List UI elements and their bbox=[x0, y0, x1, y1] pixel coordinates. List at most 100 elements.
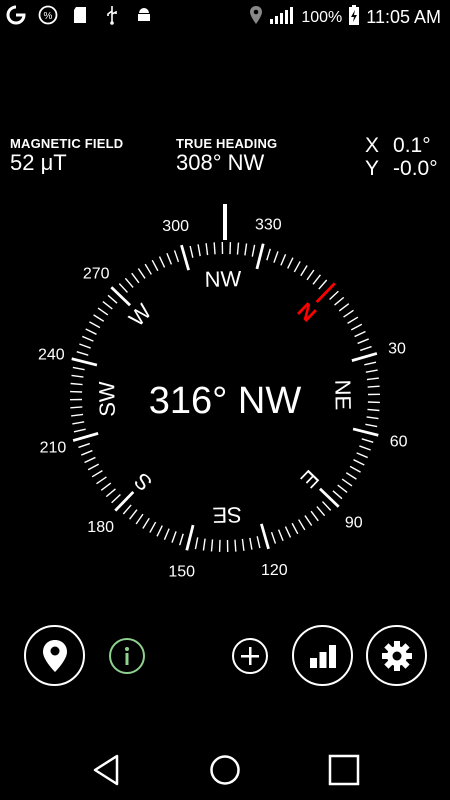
stats-button[interactable] bbox=[292, 625, 353, 686]
battery-percent: 100% bbox=[301, 8, 343, 26]
compass-tick bbox=[135, 513, 144, 525]
compass-tick bbox=[329, 290, 339, 300]
compass-tick bbox=[287, 257, 294, 269]
cardinal-ne: NE bbox=[330, 379, 356, 410]
android-debug-icon bbox=[134, 5, 154, 25]
compass-tick bbox=[156, 525, 163, 537]
compass-tick bbox=[91, 470, 103, 478]
compass-tick bbox=[365, 423, 378, 428]
degree-label: 270 bbox=[83, 266, 110, 283]
compass-tick bbox=[179, 533, 184, 546]
compass-tick bbox=[210, 539, 214, 552]
home-icon[interactable] bbox=[209, 754, 241, 786]
usb-icon bbox=[102, 5, 122, 25]
back-icon[interactable] bbox=[92, 754, 120, 786]
compass-tick bbox=[118, 283, 128, 293]
compass-tick bbox=[366, 377, 379, 381]
compass-tick bbox=[97, 307, 109, 316]
compass-tick bbox=[367, 385, 380, 388]
compass-tick bbox=[304, 515, 313, 526]
compass-tick bbox=[189, 245, 194, 258]
status-bar: % 100% 11:05 AM bbox=[0, 0, 450, 32]
compass-tick bbox=[300, 265, 308, 277]
compass-tick bbox=[149, 521, 157, 533]
plus-icon bbox=[241, 647, 259, 665]
cardinal-sw: SW bbox=[94, 381, 120, 417]
clock: 11:05 AM bbox=[366, 7, 441, 27]
info-button[interactable] bbox=[109, 638, 145, 674]
degree-label: 120 bbox=[261, 562, 288, 579]
notification-icons: % bbox=[6, 5, 154, 25]
compass-tick bbox=[318, 487, 340, 508]
tilt-x-label: X bbox=[365, 134, 380, 157]
compass-tick bbox=[270, 531, 277, 544]
compass-tick bbox=[306, 269, 315, 281]
compass-tick bbox=[158, 256, 166, 268]
compass-tick bbox=[131, 272, 140, 284]
compass-tick bbox=[205, 243, 209, 256]
bar-chart-icon bbox=[309, 644, 336, 668]
compass-tick bbox=[280, 254, 287, 266]
compass-tick bbox=[249, 537, 253, 550]
compass-tick bbox=[180, 244, 190, 271]
compass-tick bbox=[122, 504, 132, 515]
compass-tick bbox=[71, 374, 84, 378]
true-heading-value: 308° NW bbox=[176, 150, 265, 175]
compass-tick bbox=[241, 538, 245, 551]
degree-label: 330 bbox=[255, 216, 282, 233]
magnetic-field-label: MAGNETIC FIELD bbox=[10, 136, 124, 151]
compass-tick bbox=[260, 523, 270, 550]
compass-tick bbox=[251, 244, 256, 257]
add-button[interactable] bbox=[232, 638, 268, 674]
compass-tick bbox=[124, 277, 134, 288]
compass-tick bbox=[298, 519, 306, 531]
percent-icon: % bbox=[38, 5, 58, 25]
compass-tick bbox=[341, 478, 353, 487]
compass-tick bbox=[234, 539, 237, 552]
compass-tick bbox=[163, 528, 170, 540]
magnetic-field-value: 52 μT bbox=[10, 150, 67, 175]
degree-label: 210 bbox=[40, 439, 67, 456]
location-pin-icon bbox=[42, 639, 67, 672]
compass-tick bbox=[359, 445, 371, 451]
compass-tick bbox=[87, 463, 100, 471]
navigation-bar bbox=[0, 730, 450, 800]
degree-label: 30 bbox=[388, 341, 406, 358]
degree-label: 240 bbox=[38, 347, 65, 364]
compass-tick bbox=[315, 282, 336, 304]
compass-tick bbox=[255, 243, 265, 270]
compass-tick bbox=[72, 366, 85, 371]
compass-tick bbox=[144, 263, 152, 275]
settings-button[interactable] bbox=[366, 625, 427, 686]
compass-tick bbox=[73, 428, 86, 433]
compass-tick bbox=[266, 248, 271, 261]
compass-tick bbox=[72, 432, 99, 442]
compass-tick bbox=[102, 301, 113, 310]
location-button[interactable] bbox=[24, 625, 85, 686]
tilt-y-value: -0.0° bbox=[393, 157, 438, 180]
info-icon bbox=[125, 647, 129, 665]
compass-tick bbox=[171, 531, 177, 543]
compass-tick bbox=[343, 309, 354, 318]
compass-tick bbox=[293, 261, 301, 273]
signal-strength-icon bbox=[269, 5, 295, 30]
compass-tick bbox=[310, 510, 319, 522]
compass-tick bbox=[105, 488, 116, 498]
compass-tick bbox=[173, 250, 180, 263]
degree-label: 300 bbox=[162, 218, 189, 235]
recents-icon[interactable] bbox=[328, 754, 360, 786]
sd-card-icon bbox=[70, 5, 90, 25]
compass-tick bbox=[100, 482, 112, 491]
cardinal-se: SE bbox=[212, 502, 242, 528]
compass-tick bbox=[202, 538, 206, 551]
compass-tick bbox=[337, 484, 348, 493]
compass-tick bbox=[284, 526, 292, 538]
location-pin-icon bbox=[249, 5, 263, 30]
compass-tick bbox=[352, 427, 379, 437]
tilt-x-value: 0.1° bbox=[393, 134, 431, 157]
degree-label: 150 bbox=[168, 564, 195, 581]
g-logo-icon bbox=[6, 5, 26, 25]
true-heading-panel: TRUE HEADING 308° NW bbox=[176, 136, 277, 175]
compass-tick bbox=[185, 524, 195, 551]
compass-tick bbox=[194, 537, 199, 550]
